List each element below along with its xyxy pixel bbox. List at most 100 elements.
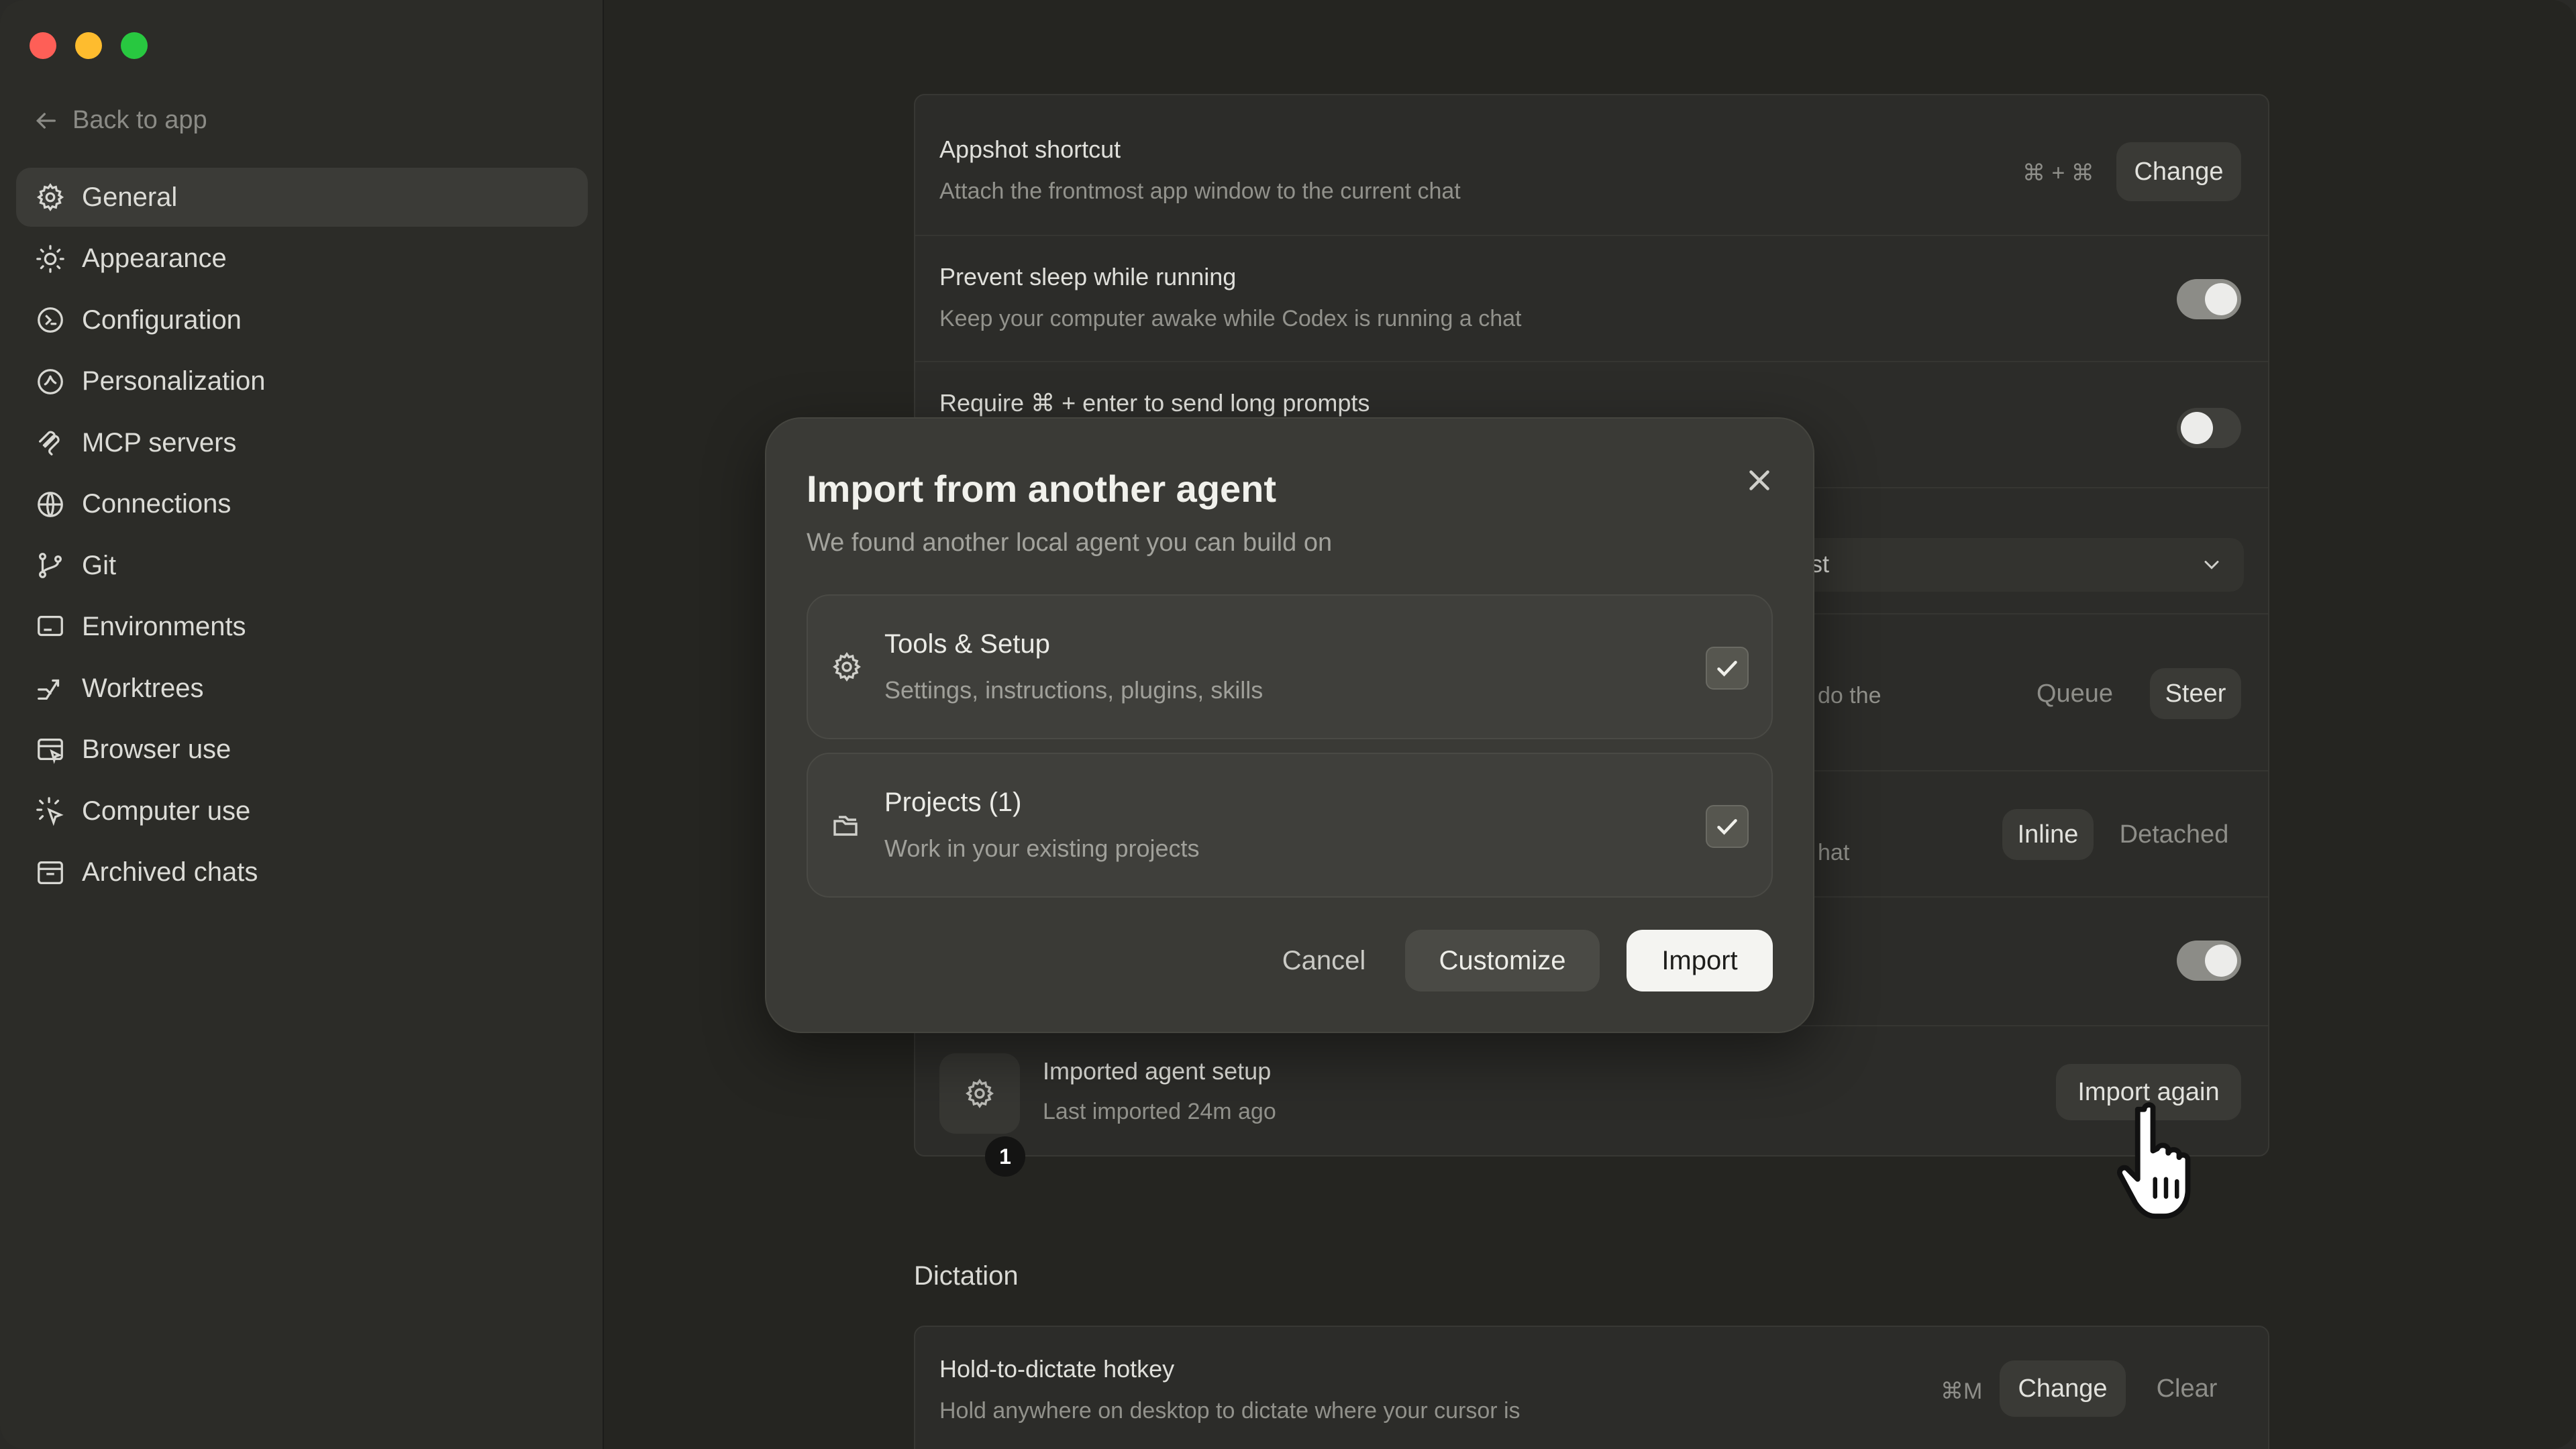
- chevron-down-icon: [2204, 561, 2219, 570]
- hand-pointer-cursor-icon: [2117, 1102, 2191, 1219]
- close-icon[interactable]: [1739, 460, 1780, 500]
- globe-icon: [38, 491, 63, 517]
- setting-description: do the: [1818, 683, 1882, 708]
- setting-title: Hold-to-dictate hotkey: [939, 1355, 1175, 1383]
- change-shortcut-button[interactable]: Change: [2116, 142, 2241, 201]
- sidebar-item-computer-use[interactable]: Computer use: [16, 782, 588, 841]
- prevent-sleep-row: Prevent sleep while running Keep your co…: [915, 236, 2268, 362]
- queue-option[interactable]: Queue: [2029, 668, 2120, 719]
- sidebar-item-worktrees[interactable]: Worktrees: [16, 659, 588, 718]
- import-button[interactable]: Import: [1627, 930, 1773, 991]
- setting-title: Appshot shortcut: [939, 136, 1121, 163]
- sidebar-item-label: Connections: [82, 489, 231, 519]
- folders-icon: [833, 816, 858, 836]
- tools-setup-option[interactable]: Tools & Setup Settings, instructions, pl…: [807, 594, 1773, 739]
- sidebar-item-label: Archived chats: [82, 857, 258, 887]
- personalization-icon: [38, 368, 63, 394]
- feature-toggle[interactable]: [2177, 941, 2241, 981]
- appshot-shortcut-row: Appshot shortcut Attach the frontmost ap…: [915, 95, 2268, 236]
- sidebar-item-connections[interactable]: Connections: [16, 475, 588, 534]
- app-window: Back to app General Appearance Configura…: [0, 0, 2576, 1449]
- setting-title: Imported agent setup: [1043, 1057, 1272, 1085]
- sidebar-item-configuration[interactable]: Configuration: [16, 290, 588, 350]
- sun-icon: [36, 244, 64, 273]
- dialog-title: Import from another agent: [807, 468, 1277, 510]
- arrow-left-icon: [36, 112, 56, 129]
- setting-description: Last imported 24m ago: [1043, 1099, 1276, 1124]
- toggle-knob: [2205, 283, 2237, 315]
- import-dialog: Import from another agent We found anoth…: [765, 417, 1814, 1033]
- sidebar-item-environments[interactable]: Environments: [16, 598, 588, 657]
- pointer-icon: [36, 797, 64, 826]
- sidebar-item-mcp-servers[interactable]: MCP servers: [16, 413, 588, 472]
- setting-description: Attach the frontmost app window to the c…: [939, 178, 1461, 204]
- settings-nav: General Appearance Configuration Persona…: [16, 168, 588, 904]
- mcp-icon: [39, 431, 60, 455]
- gear-icon: [833, 652, 861, 682]
- option-title: Tools & Setup: [884, 629, 1050, 659]
- gear-icon: [966, 1079, 994, 1108]
- setting-title: Require ⌘ + enter to send long prompts: [939, 389, 1370, 417]
- toggle-knob: [2181, 412, 2213, 444]
- dictation-section-title: Dictation: [914, 1261, 1019, 1291]
- projects-checkbox[interactable]: [1706, 805, 1749, 848]
- detached-option[interactable]: Detached: [2107, 809, 2241, 860]
- customize-button[interactable]: Customize: [1405, 930, 1600, 991]
- sidebar-item-general[interactable]: General: [16, 168, 588, 227]
- sidebar-item-archived-chats[interactable]: Archived chats: [16, 843, 588, 902]
- option-description: Settings, instructions, plugins, skills: [884, 676, 1264, 704]
- sidebar-item-label: General: [82, 182, 178, 212]
- sidebar-item-label: Appearance: [82, 244, 227, 273]
- checkmark-icon: [1717, 661, 1737, 677]
- setting-description: Hold anywhere on desktop to dictate wher…: [939, 1398, 1521, 1424]
- setting-description: Keep your computer awake while Codex is …: [939, 306, 1522, 331]
- sidebar-item-label: Browser use: [82, 735, 231, 764]
- imported-setup-icon-box: [939, 1053, 1020, 1134]
- sidebar-item-appearance[interactable]: Appearance: [16, 229, 588, 288]
- browser-icon: [38, 738, 63, 764]
- option-title: Projects (1): [884, 788, 1022, 817]
- sidebar-item-personalization[interactable]: Personalization: [16, 352, 588, 411]
- setting-description: hat: [1818, 840, 1850, 865]
- sidebar-item-git[interactable]: Git: [16, 536, 588, 595]
- settings-select[interactable]: st: [1801, 538, 2244, 592]
- clear-hotkey-button[interactable]: Clear: [2136, 1360, 2237, 1417]
- zoom-window-button[interactable]: [121, 32, 148, 59]
- shortcut-display: ⌘ + ⌘: [2022, 160, 2094, 186]
- back-to-app-link[interactable]: Back to app: [32, 106, 207, 135]
- imported-agent-row: Imported agent setup Last imported 24m a…: [915, 1026, 2268, 1155]
- require-enter-toggle[interactable]: [2177, 408, 2241, 448]
- back-label: Back to app: [72, 106, 207, 134]
- sidebar-item-browser-use[interactable]: Browser use: [16, 720, 588, 780]
- projects-option[interactable]: Projects (1) Work in your existing proje…: [807, 753, 1773, 898]
- sidebar: Back to app General Appearance Configura…: [0, 0, 604, 1449]
- traffic-lights: [30, 32, 148, 59]
- prevent-sleep-toggle[interactable]: [2177, 279, 2241, 319]
- inline-option[interactable]: Inline: [2002, 809, 2094, 860]
- git-branch-icon: [39, 553, 62, 578]
- monitor-icon: [38, 615, 63, 636]
- sidebar-item-label: Personalization: [82, 366, 266, 396]
- gear-icon: [36, 182, 64, 212]
- dialog-subtitle: We found another local agent you can bui…: [807, 529, 1333, 557]
- sidebar-item-label: Computer use: [82, 796, 251, 826]
- toggle-knob: [2205, 945, 2237, 977]
- minimize-window-button[interactable]: [75, 32, 102, 59]
- tools-setup-checkbox[interactable]: [1706, 647, 1749, 690]
- sidebar-item-label: Environments: [82, 612, 246, 641]
- change-hotkey-button[interactable]: Change: [2000, 1360, 2126, 1417]
- archive-icon: [38, 861, 63, 884]
- sidebar-item-label: Worktrees: [82, 673, 204, 703]
- cancel-button[interactable]: Cancel: [1253, 930, 1394, 991]
- notification-badge: 1: [985, 1136, 1025, 1177]
- sidebar-item-label: MCP servers: [82, 427, 237, 458]
- setting-title: Prevent sleep while running: [939, 263, 1237, 290]
- close-window-button[interactable]: [30, 32, 56, 59]
- shortcut-display: ⌘M: [1941, 1379, 1983, 1404]
- steer-option[interactable]: Steer: [2150, 668, 2241, 719]
- sidebar-item-label: Git: [82, 550, 117, 580]
- config-icon: [38, 307, 63, 333]
- sidebar-item-label: Configuration: [82, 305, 242, 335]
- option-description: Work in your existing projects: [884, 835, 1200, 862]
- dictation-panel: Hold-to-dictate hotkey Hold anywhere on …: [914, 1326, 2269, 1449]
